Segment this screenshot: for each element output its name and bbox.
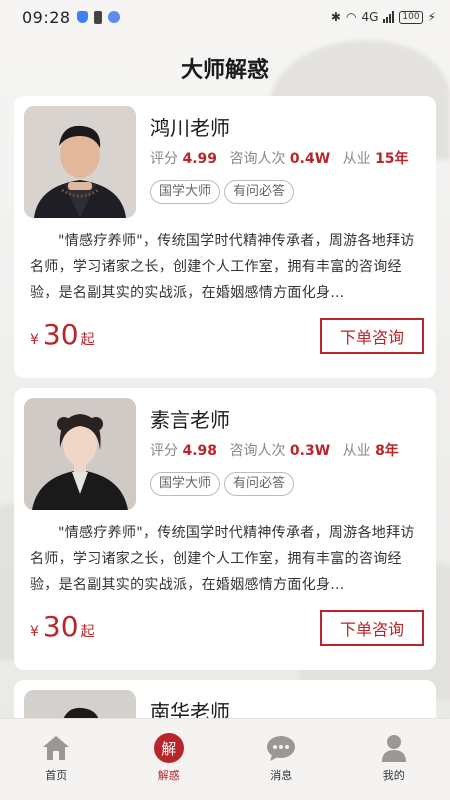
tab-home[interactable]: 首页	[0, 719, 113, 800]
tab-label: 首页	[45, 769, 68, 782]
avatar[interactable]	[24, 398, 136, 510]
rating-value: 4.98	[182, 443, 217, 459]
signal-icon	[383, 11, 395, 23]
globe-icon	[107, 11, 120, 23]
rating-label: 评分	[150, 151, 178, 167]
page-title: 大师解惑	[180, 57, 269, 83]
tag-list: 国学大师 有问必答	[150, 472, 295, 496]
home-icon	[41, 733, 71, 763]
tab-jiehuo[interactable]: 解 解惑	[113, 719, 226, 800]
consult-label: 咨询人次	[229, 443, 286, 459]
tag: 国学大师	[150, 180, 221, 204]
shield-icon	[76, 11, 88, 23]
rating-value: 4.99	[182, 151, 217, 167]
master-card[interactable]: 鸿川老师 评分 4.99 咨询人次 0.4W 从业 15年 国学大师 有问必答 …	[14, 96, 436, 378]
order-consult-button[interactable]: 下单咨询	[320, 610, 424, 646]
years-label: 从业	[342, 151, 371, 167]
tab-label: 我的	[382, 769, 405, 782]
price-value: 30	[42, 318, 79, 351]
user-icon	[379, 733, 409, 763]
wifi-icon: ◠	[345, 10, 357, 24]
master-stats: 评分 4.98 咨询人次 0.3W 从业 8年	[150, 440, 407, 460]
order-consult-button[interactable]: 下单咨询	[320, 318, 424, 354]
bottom-tab-bar: 首页 解 解惑 消息 我的	[0, 718, 450, 800]
price: ¥ 30 起	[30, 318, 95, 351]
battery-indicator: 100	[399, 10, 423, 24]
message-icon	[266, 733, 296, 763]
currency-symbol: ¥	[30, 332, 39, 348]
price-suffix: 起	[80, 332, 95, 348]
master-stats: 评分 4.99 咨询人次 0.4W 从业 15年	[150, 148, 417, 168]
avatar[interactable]	[24, 106, 136, 218]
tag: 国学大师	[150, 472, 221, 496]
status-bar: 09:28 ✱ ◠ 4G 100 ⚡	[0, 0, 450, 34]
tab-label: 消息	[270, 769, 293, 782]
currency-symbol: ¥	[30, 624, 39, 640]
price-suffix: 起	[80, 624, 95, 640]
tab-profile[interactable]: 我的	[338, 719, 450, 800]
master-card[interactable]: 素言老师 评分 4.98 咨询人次 0.3W 从业 8年 国学大师 有问必答 "…	[14, 388, 436, 670]
status-time: 09:28	[22, 7, 71, 27]
master-portrait-icon	[24, 106, 136, 218]
master-name: 素言老师	[150, 408, 230, 432]
consult-label: 咨询人次	[229, 151, 286, 167]
years-label: 从业	[342, 443, 371, 459]
years-value: 8年	[375, 443, 399, 459]
tag: 有问必答	[224, 180, 295, 204]
tag-list: 国学大师 有问必答	[150, 180, 295, 204]
rating-label: 评分	[150, 443, 178, 459]
network-type: 4G	[361, 10, 379, 24]
tab-label: 解惑	[157, 769, 180, 782]
price: ¥ 30 起	[30, 610, 95, 643]
charging-icon: ⚡	[427, 10, 436, 24]
bluetooth-icon: ✱	[330, 10, 341, 24]
tag: 有问必答	[224, 472, 295, 496]
tab-messages[interactable]: 消息	[225, 719, 338, 800]
years-value: 15年	[375, 151, 409, 167]
consult-count: 0.3W	[289, 443, 331, 459]
price-value: 30	[42, 610, 79, 643]
master-description: "情感疗养师"，传统国学时代精神传承者，周游各地拜访名师，学习诸家之长，创建个人…	[30, 525, 415, 593]
master-portrait-icon	[24, 398, 136, 510]
master-name: 鸿川老师	[150, 116, 230, 140]
battery-saver-icon	[93, 10, 102, 24]
master-description: "情感疗养师"，传统国学时代精神传承者，周游各地拜访名师，学习诸家之长，创建个人…	[30, 233, 415, 301]
jie-icon: 解	[153, 733, 184, 763]
consult-count: 0.4W	[289, 151, 331, 167]
